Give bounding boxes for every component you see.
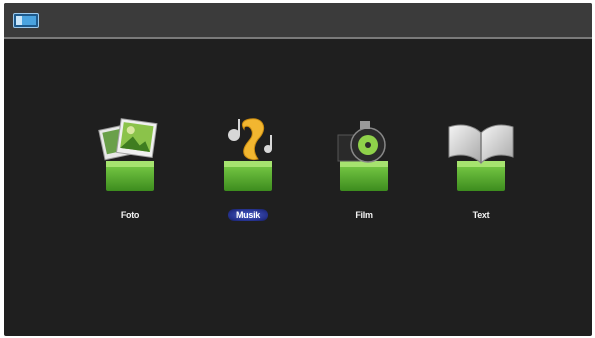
top-bar xyxy=(4,3,592,39)
film-reel-icon xyxy=(337,121,388,191)
menu-item-text[interactable]: Text xyxy=(441,113,521,233)
photo-icon xyxy=(98,118,158,191)
menu-item-musik[interactable]: Musik xyxy=(208,113,288,233)
menu-item-foto[interactable]: Foto xyxy=(90,113,170,233)
menu-item-label: Text xyxy=(472,210,490,220)
media-player-screen: Foto Musik Film Text xyxy=(4,3,592,336)
menu-item-label-selected: Musik xyxy=(208,209,288,221)
menu-item-film[interactable]: Film xyxy=(324,113,404,233)
menu-item-label: Film xyxy=(355,210,373,220)
input-source-icon[interactable] xyxy=(13,13,39,28)
menu-item-label: Foto xyxy=(120,210,140,220)
media-category-menu: Foto Musik Film Text xyxy=(4,113,592,233)
book-icon xyxy=(448,124,514,191)
music-icon xyxy=(224,118,272,191)
